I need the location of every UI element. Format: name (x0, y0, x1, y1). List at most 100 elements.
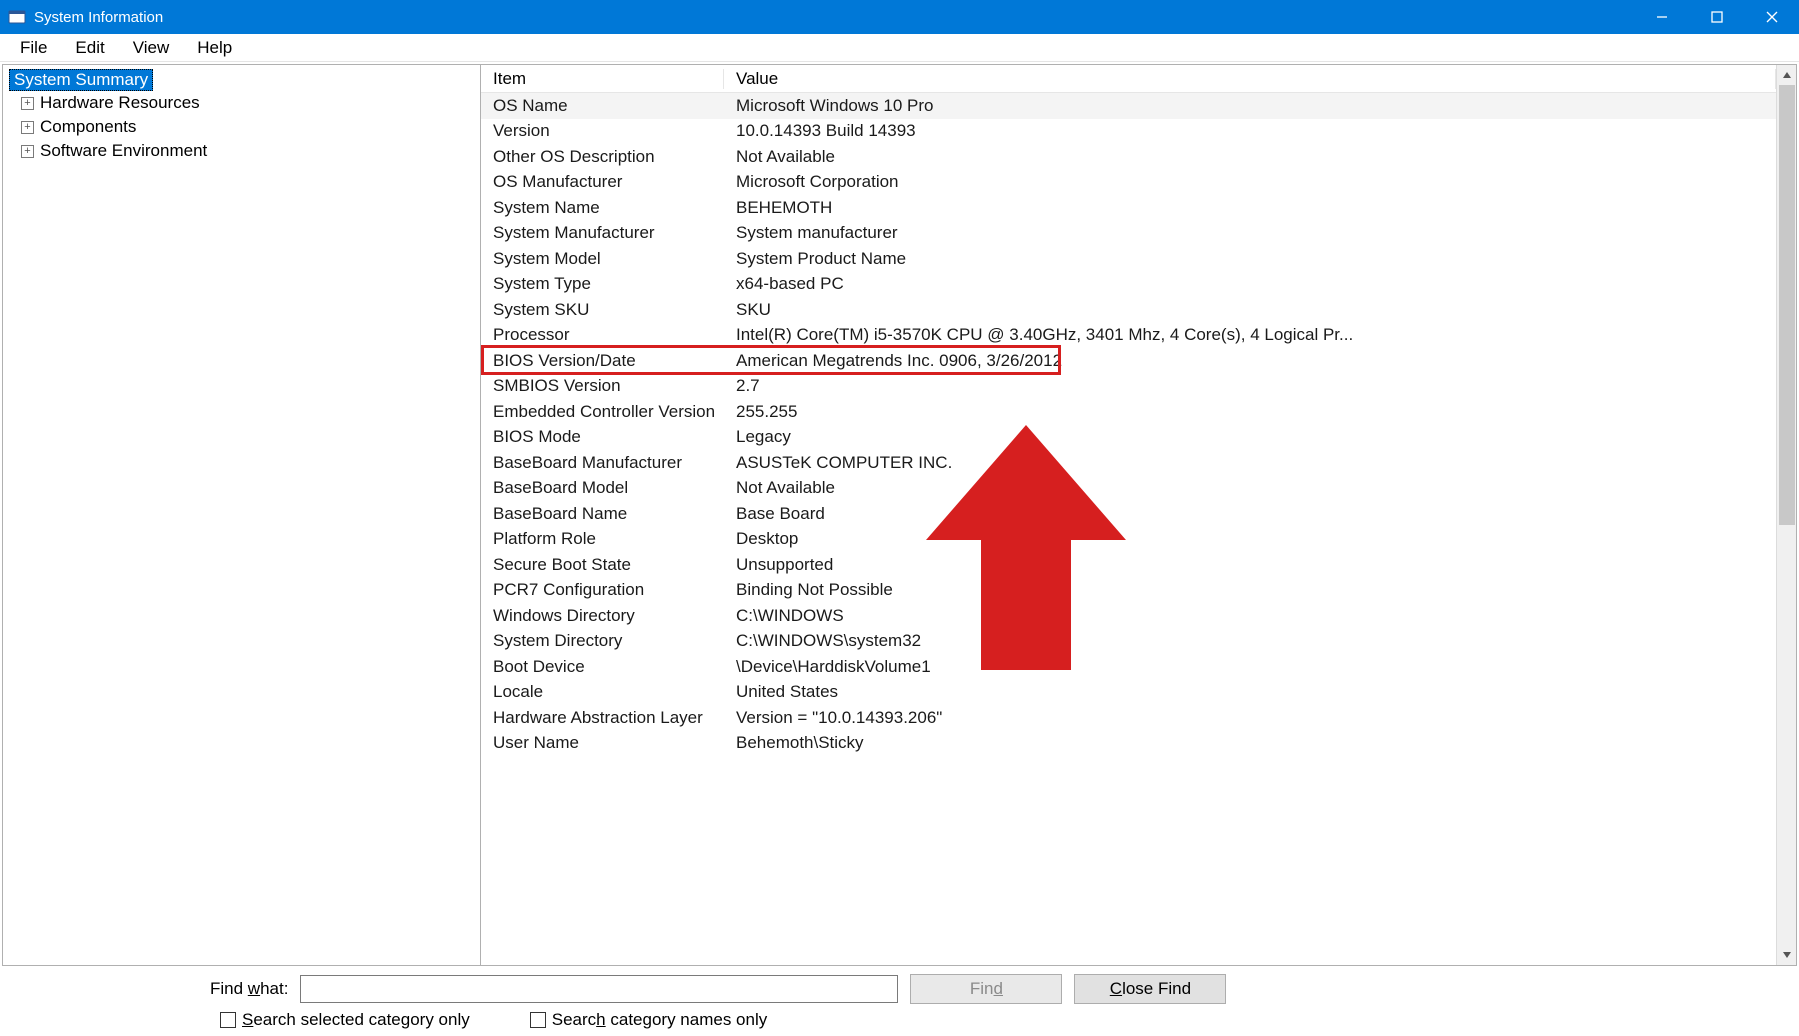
cell-item: BaseBoard Name (481, 504, 724, 524)
scroll-down-icon[interactable] (1777, 945, 1796, 965)
cell-value: Base Board (724, 504, 1776, 524)
cell-value: Legacy (724, 427, 1776, 447)
tree-node[interactable]: + Software Environment (9, 139, 474, 163)
minimize-button[interactable] (1634, 0, 1689, 34)
table-row[interactable]: Embedded Controller Version255.255 (481, 399, 1776, 425)
table-row[interactable]: ProcessorIntel(R) Core(TM) i5-3570K CPU … (481, 323, 1776, 349)
tree-node[interactable]: + Components (9, 115, 474, 139)
workspace: System Summary + Hardware Resources + Compo… (2, 64, 1797, 966)
tree-node-label: Software Environment (40, 141, 207, 161)
close-find-button[interactable]: Close Find (1074, 974, 1226, 1004)
find-button[interactable]: Find (910, 974, 1062, 1004)
expand-icon[interactable]: + (21, 145, 34, 158)
table-row[interactable]: Platform RoleDesktop (481, 527, 1776, 553)
table-row[interactable]: BIOS ModeLegacy (481, 425, 1776, 451)
close-button[interactable] (1744, 0, 1799, 34)
table-row[interactable]: OS ManufacturerMicrosoft Corporation (481, 170, 1776, 196)
scroll-thumb[interactable] (1779, 85, 1795, 525)
find-label: Find what: (210, 979, 288, 999)
column-header-value[interactable]: Value (724, 69, 1776, 89)
find-input[interactable] (300, 975, 898, 1003)
cell-value: Binding Not Possible (724, 580, 1776, 600)
cell-value: Unsupported (724, 555, 1776, 575)
cell-value: Version = "10.0.14393.206" (724, 708, 1776, 728)
cell-item: Platform Role (481, 529, 724, 549)
column-header-item[interactable]: Item (481, 69, 724, 89)
table-row[interactable]: BaseBoard NameBase Board (481, 501, 1776, 527)
table-row[interactable]: Version10.0.14393 Build 14393 (481, 119, 1776, 145)
cell-value: 255.255 (724, 402, 1776, 422)
table-row[interactable]: Secure Boot StateUnsupported (481, 552, 1776, 578)
cell-item: Version (481, 121, 724, 141)
menu-view[interactable]: View (119, 35, 184, 61)
cell-item: BaseBoard Model (481, 478, 724, 498)
find-bar: Find what: Find Close Find Search select… (0, 968, 1799, 1036)
tree-pane[interactable]: System Summary + Hardware Resources + Compo… (3, 65, 481, 965)
tree-node-label: Hardware Resources (40, 93, 200, 113)
menu-help[interactable]: Help (183, 35, 246, 61)
search-selected-checkbox[interactable]: Search selected category only (220, 1010, 470, 1030)
cell-item: Hardware Abstraction Layer (481, 708, 724, 728)
cell-item: System Name (481, 198, 724, 218)
table-row[interactable]: System ModelSystem Product Name (481, 246, 1776, 272)
cell-item: Locale (481, 682, 724, 702)
table-row[interactable]: System Typex64-based PC (481, 272, 1776, 298)
cell-item: BIOS Mode (481, 427, 724, 447)
cell-value: Behemoth\Sticky (724, 733, 1776, 753)
table-row[interactable]: BaseBoard ManufacturerASUSTeK COMPUTER I… (481, 450, 1776, 476)
cell-value: American Megatrends Inc. 0906, 3/26/2012 (724, 351, 1776, 371)
checkbox-icon (530, 1012, 546, 1028)
cell-value: C:\WINDOWS (724, 606, 1776, 626)
table-row[interactable]: System ManufacturerSystem manufacturer (481, 221, 1776, 247)
app-icon (8, 8, 26, 26)
table-row[interactable]: BaseBoard ModelNot Available (481, 476, 1776, 502)
table-row[interactable]: Hardware Abstraction LayerVersion = "10.… (481, 705, 1776, 731)
table-row[interactable]: Other OS DescriptionNot Available (481, 144, 1776, 170)
cell-item: OS Name (481, 96, 724, 116)
window-title: System Information (34, 9, 163, 26)
table-row[interactable]: PCR7 ConfigurationBinding Not Possible (481, 578, 1776, 604)
search-names-checkbox[interactable]: Search category names only (530, 1010, 767, 1030)
table-row[interactable]: OS NameMicrosoft Windows 10 Pro (481, 93, 1776, 119)
cell-item: PCR7 Configuration (481, 580, 724, 600)
expand-icon[interactable]: + (21, 97, 34, 110)
table-row[interactable]: System SKUSKU (481, 297, 1776, 323)
maximize-button[interactable] (1689, 0, 1744, 34)
cell-item: System Directory (481, 631, 724, 651)
cell-item: BaseBoard Manufacturer (481, 453, 724, 473)
grid-header[interactable]: Item Value (481, 65, 1776, 93)
cell-item: System SKU (481, 300, 724, 320)
table-row[interactable]: System DirectoryC:\WINDOWS\system32 (481, 629, 1776, 655)
cell-value: Intel(R) Core(TM) i5-3570K CPU @ 3.40GHz… (724, 325, 1776, 345)
cell-value: BEHEMOTH (724, 198, 1776, 218)
cell-item: Boot Device (481, 657, 724, 677)
expand-icon[interactable]: + (21, 121, 34, 134)
cell-value: System manufacturer (724, 223, 1776, 243)
cell-value: System Product Name (724, 249, 1776, 269)
scroll-up-icon[interactable] (1777, 65, 1796, 85)
table-row[interactable]: System NameBEHEMOTH (481, 195, 1776, 221)
table-row[interactable]: Boot Device\Device\HarddiskVolume1 (481, 654, 1776, 680)
table-row[interactable]: LocaleUnited States (481, 680, 1776, 706)
cell-item: System Model (481, 249, 724, 269)
menu-file[interactable]: File (6, 35, 61, 61)
cell-value: ASUSTeK COMPUTER INC. (724, 453, 1776, 473)
table-row[interactable]: Windows DirectoryC:\WINDOWS (481, 603, 1776, 629)
cell-value: Desktop (724, 529, 1776, 549)
cell-value: Microsoft Windows 10 Pro (724, 96, 1776, 116)
cell-value: C:\WINDOWS\system32 (724, 631, 1776, 651)
menu-edit[interactable]: Edit (61, 35, 118, 61)
grid-body[interactable]: OS NameMicrosoft Windows 10 ProVersion10… (481, 93, 1776, 756)
vertical-scrollbar[interactable] (1776, 65, 1796, 965)
cell-item: SMBIOS Version (481, 376, 724, 396)
cell-value: SKU (724, 300, 1776, 320)
menubar: File Edit View Help (0, 34, 1799, 62)
cell-item: Windows Directory (481, 606, 724, 626)
table-row[interactable]: BIOS Version/DateAmerican Megatrends Inc… (481, 348, 1776, 374)
cell-value: Not Available (724, 478, 1776, 498)
tree-root[interactable]: System Summary (9, 69, 474, 91)
table-row[interactable]: SMBIOS Version2.7 (481, 374, 1776, 400)
tree-node[interactable]: + Hardware Resources (9, 91, 474, 115)
table-row[interactable]: User NameBehemoth\Sticky (481, 731, 1776, 757)
tree-node-label: Components (40, 117, 136, 137)
